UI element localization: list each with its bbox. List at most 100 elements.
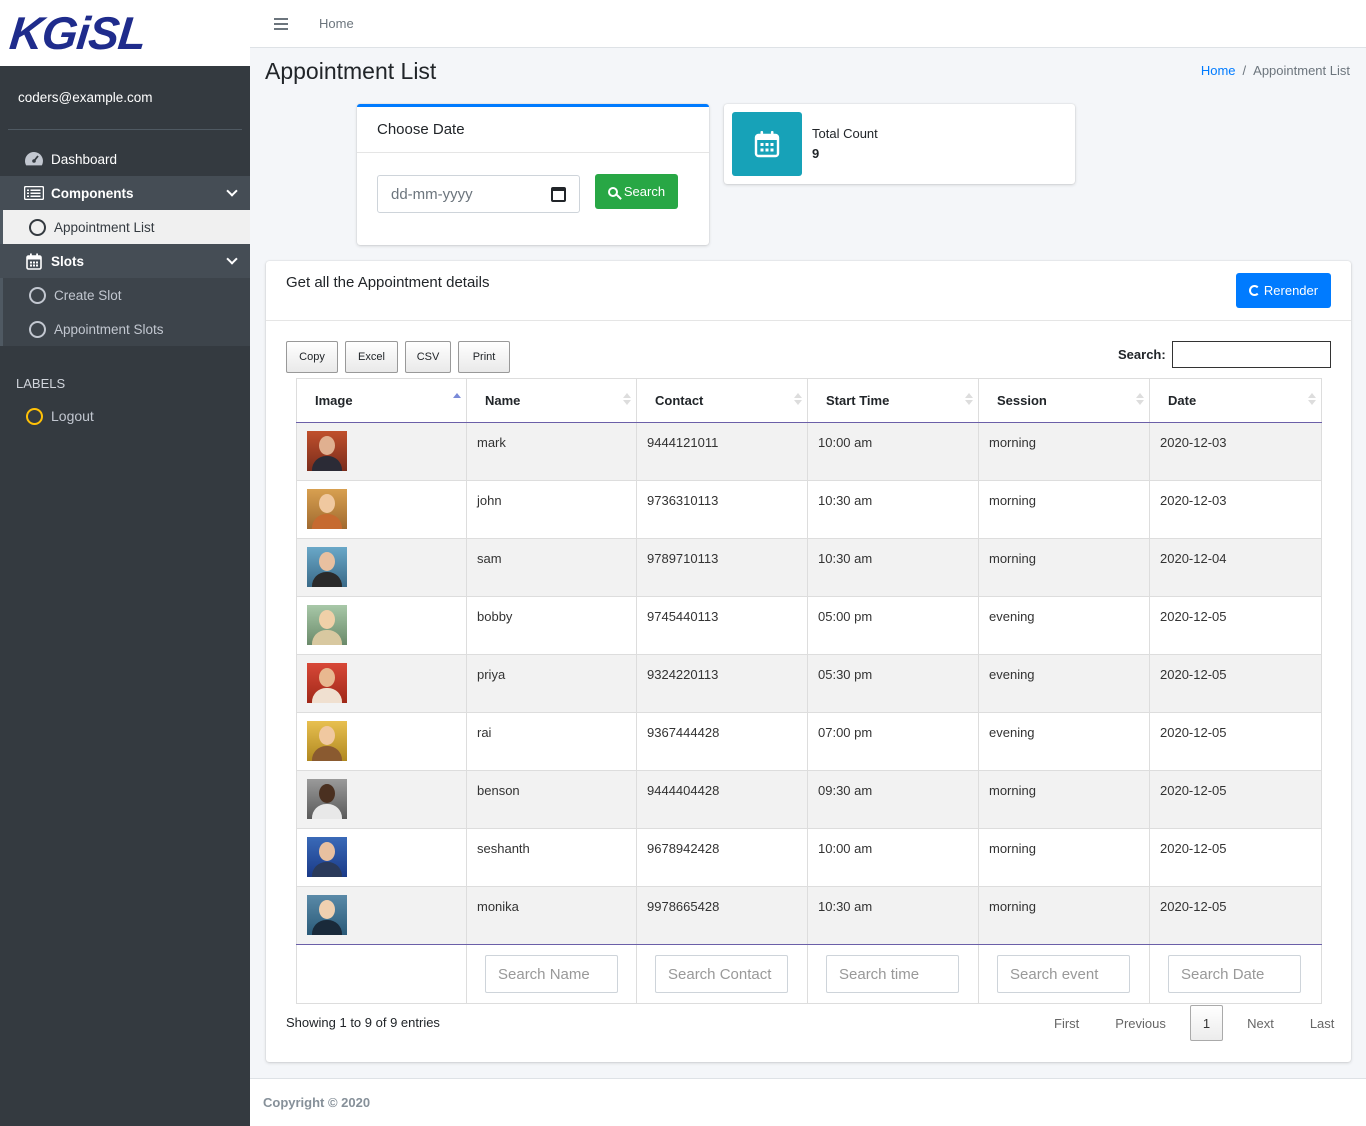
total-count-box: Total Count 9	[724, 104, 1075, 184]
avatar	[307, 895, 347, 935]
user-email[interactable]: coders@example.com	[8, 66, 242, 130]
sidebar-item-label: Dashboard	[51, 151, 118, 167]
sidebar-item-dashboard[interactable]: Dashboard	[0, 142, 250, 176]
table-row: seshanth 9678942428 10:00 am morning 202…	[296, 828, 1322, 887]
cell-date: 2020-12-05	[1149, 886, 1322, 945]
pagination: First Previous 1 Next Last	[1036, 1005, 1352, 1041]
table-row: mark 9444121011 10:00 am morning 2020-12…	[296, 422, 1322, 481]
sidebar-item-slots[interactable]: Slots	[0, 244, 250, 278]
cell-date: 2020-12-03	[1149, 480, 1322, 539]
sidebar-item-appointment-list[interactable]: Appointment List	[0, 210, 250, 244]
table-row: benson 9444404428 09:30 am morning 2020-…	[296, 770, 1322, 829]
print-button[interactable]: Print	[458, 341, 510, 373]
cell-session: morning	[978, 886, 1150, 945]
calendar-icon	[732, 112, 802, 176]
cell-start-time: 10:30 am	[807, 538, 979, 597]
page-footer: Copyright © 2020	[250, 1078, 1366, 1126]
cell-start-time: 05:00 pm	[807, 596, 979, 655]
table-row: monika 9978665428 10:30 am morning 2020-…	[296, 886, 1322, 945]
cell-start-time: 10:00 am	[807, 422, 979, 481]
breadcrumb-home-link[interactable]: Home	[1201, 63, 1236, 78]
cell-contact: 9745440113	[636, 596, 808, 655]
cell-session: evening	[978, 712, 1150, 771]
cell-start-time: 10:30 am	[807, 480, 979, 539]
page-next-button[interactable]: Next	[1229, 1005, 1292, 1041]
search-date-input[interactable]: Search Date	[1168, 955, 1301, 993]
page-previous-button[interactable]: Previous	[1097, 1005, 1184, 1041]
cell-image	[296, 654, 467, 713]
cell-date: 2020-12-03	[1149, 422, 1322, 481]
total-count-value: 9	[812, 146, 820, 161]
cell-date: 2020-12-05	[1149, 770, 1322, 829]
cell-image	[296, 886, 467, 945]
cell-date: 2020-12-05	[1149, 654, 1322, 713]
brand-logo: KGiSL	[7, 7, 149, 59]
page-first-button[interactable]: First	[1036, 1005, 1097, 1041]
excel-button[interactable]: Excel	[345, 341, 398, 373]
breadcrumb-current: Appointment List	[1253, 63, 1350, 78]
choose-date-card: Choose Date dd-mm-yyyy Search	[357, 104, 709, 245]
search-event-input[interactable]: Search event	[997, 955, 1130, 993]
rerender-button[interactable]: Rerender	[1236, 273, 1331, 308]
cell-contact: 9324220113	[636, 654, 808, 713]
sidebar-item-logout[interactable]: Logout	[0, 399, 250, 433]
search-contact-input[interactable]: Search Contact	[655, 955, 788, 993]
copyright-text: Copyright © 2020	[263, 1095, 371, 1110]
cell-start-time: 07:00 pm	[807, 712, 979, 771]
sort-asc-icon	[453, 393, 461, 409]
cell-name: bobby	[466, 596, 637, 655]
table-search-input[interactable]	[1172, 341, 1331, 368]
cell-name: sam	[466, 538, 637, 597]
cell-date: 2020-12-04	[1149, 538, 1322, 597]
top-nav-home-link[interactable]: Home	[319, 16, 354, 31]
column-header-contact[interactable]: Contact	[636, 378, 808, 423]
cell-image	[296, 712, 467, 771]
page-last-button[interactable]: Last	[1292, 1005, 1353, 1041]
cell-name: monika	[466, 886, 637, 945]
list-alt-icon	[24, 184, 44, 202]
menu-toggle-icon[interactable]	[274, 15, 288, 33]
sidebar-item-appointment-slots[interactable]: Appointment Slots	[0, 312, 250, 346]
search-time-input[interactable]: Search time	[826, 955, 959, 993]
date-input[interactable]: dd-mm-yyyy	[377, 175, 580, 213]
sidebar-item-components[interactable]: Components	[0, 176, 250, 210]
rerender-button-label: Rerender	[1263, 283, 1319, 298]
cell-session: morning	[978, 538, 1150, 597]
appointments-card: Get all the Appointment details Rerender…	[266, 261, 1351, 1062]
calendar-picker-icon[interactable]	[551, 186, 566, 202]
sidebar-item-label: Appointment Slots	[54, 321, 164, 337]
avatar	[307, 605, 347, 645]
cell-session: morning	[978, 770, 1150, 829]
column-header-start-time[interactable]: Start Time	[807, 378, 979, 423]
copy-button[interactable]: Copy	[286, 341, 338, 373]
column-header-name[interactable]: Name	[466, 378, 637, 423]
column-header-label: Contact	[655, 393, 704, 408]
search-name-input[interactable]: Search Name	[485, 955, 618, 993]
avatar	[307, 431, 347, 471]
cell-contact: 9978665428	[636, 886, 808, 945]
cell-contact: 9789710113	[636, 538, 808, 597]
column-header-date[interactable]: Date	[1149, 378, 1322, 423]
sidebar-item-label: Create Slot	[54, 287, 122, 303]
cell-contact: 9444404428	[636, 770, 808, 829]
appointments-card-title: Get all the Appointment details	[286, 274, 490, 291]
circle-icon	[29, 286, 46, 304]
table-row: rai 9367444428 07:00 pm evening 2020-12-…	[296, 712, 1322, 771]
search-button[interactable]: Search	[595, 174, 678, 209]
cell-contact: 9736310113	[636, 480, 808, 539]
choose-date-title: Choose Date	[357, 107, 709, 153]
filter-cell-date: Search Date	[1149, 944, 1322, 1004]
search-button-label: Search	[623, 184, 666, 199]
avatar	[307, 663, 347, 703]
column-header-image[interactable]: Image	[296, 378, 467, 423]
cell-name: mark	[466, 422, 637, 481]
column-header-label: Date	[1168, 393, 1197, 408]
page-current-button[interactable]: 1	[1189, 1005, 1224, 1041]
column-header-label: Start Time	[826, 393, 890, 408]
date-input-placeholder: dd-mm-yyyy	[391, 185, 473, 203]
brand[interactable]: KGiSL	[0, 0, 250, 66]
sidebar-item-create-slot[interactable]: Create Slot	[0, 278, 250, 312]
sort-icon	[623, 393, 631, 409]
column-header-session[interactable]: Session	[978, 378, 1150, 423]
csv-button[interactable]: CSV	[405, 341, 451, 373]
